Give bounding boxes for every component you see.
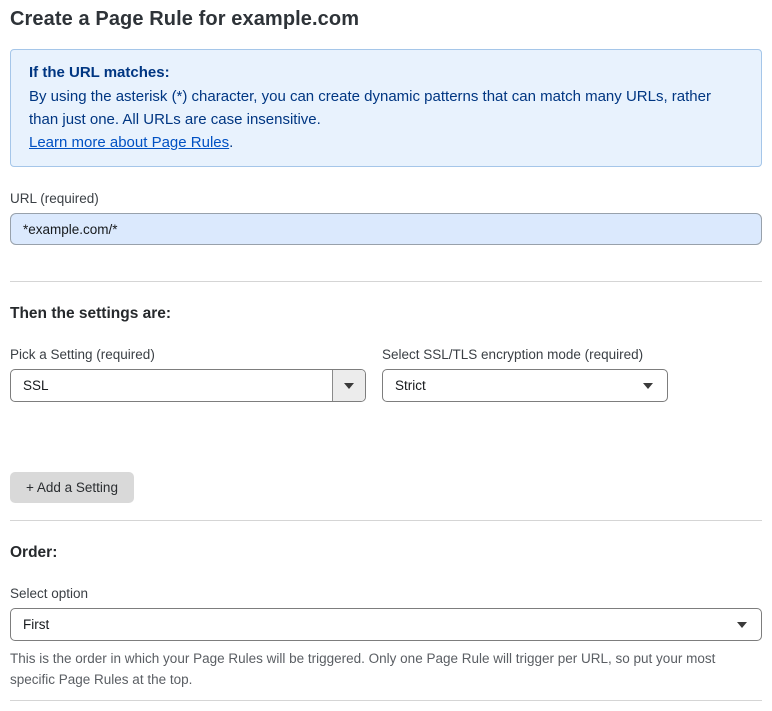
ssl-mode-picker-group: Select SSL/TLS encryption mode (required… [382, 347, 668, 402]
add-setting-button[interactable]: + Add a Setting [10, 472, 134, 503]
order-select[interactable]: First [10, 608, 762, 641]
url-input[interactable] [10, 213, 762, 245]
setting-select[interactable]: SSL [10, 369, 366, 402]
ssl-mode-label: Select SSL/TLS encryption mode (required… [382, 347, 644, 362]
info-box-body: By using the asterisk (*) character, you… [29, 88, 711, 128]
chevron-down-icon [344, 382, 354, 389]
create-page-rule-form: Create a Page Rule for example.com If th… [0, 0, 772, 711]
divider [10, 281, 762, 282]
setting-picker-label: Pick a Setting (required) [10, 347, 155, 362]
chevron-down-icon [737, 621, 747, 628]
info-box-heading: If the URL matches: [29, 64, 170, 81]
url-field-label: URL (required) [10, 191, 99, 206]
order-section-heading: Order: [10, 544, 58, 561]
url-match-info-box: If the URL matches: By using the asteris… [10, 49, 762, 167]
chevron-down-icon [643, 382, 653, 389]
setting-select-caret-button[interactable] [332, 370, 365, 401]
setting-select-value: SSL [23, 378, 49, 393]
info-box-link-line: Learn more about Page Rules. [29, 131, 743, 154]
settings-row: Pick a Setting (required) SSL Select SSL… [10, 347, 762, 402]
ssl-mode-select-value: Strict [395, 378, 426, 393]
link-suffix: . [229, 134, 234, 151]
learn-more-link[interactable]: Learn more about Page Rules [29, 134, 229, 151]
divider [10, 700, 762, 701]
order-select-label: Select option [10, 586, 89, 601]
page-title: Create a Page Rule for example.com [10, 8, 360, 30]
order-help-text: This is the order in which your Page Rul… [10, 651, 716, 687]
ssl-mode-select[interactable]: Strict [382, 369, 668, 402]
order-select-value: First [23, 617, 50, 632]
setting-picker-group: Pick a Setting (required) SSL [10, 347, 366, 402]
divider [10, 520, 762, 521]
settings-section-heading: Then the settings are: [10, 305, 172, 322]
